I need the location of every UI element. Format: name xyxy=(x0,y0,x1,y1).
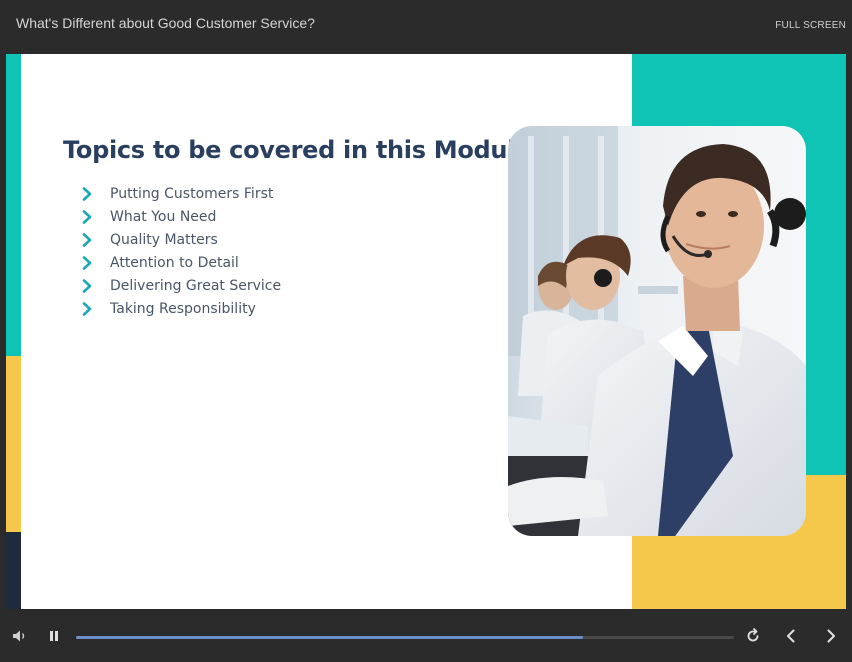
topic-item: What You Need xyxy=(80,205,281,228)
chevron-right-icon xyxy=(82,278,92,293)
next-icon[interactable] xyxy=(822,627,840,645)
topic-item: Putting Customers First xyxy=(80,182,281,205)
player-header: What's Different about Good Customer Ser… xyxy=(0,0,852,54)
chevron-right-icon xyxy=(82,232,92,247)
topic-label: Quality Matters xyxy=(110,231,218,248)
chevron-right-icon xyxy=(82,186,92,201)
accent-stripe-yellow xyxy=(6,356,21,532)
chevron-right-icon xyxy=(82,255,92,270)
slide-heading: Topics to be covered in this Module xyxy=(63,136,532,164)
accent-stripe-teal xyxy=(6,54,21,356)
topic-label: What You Need xyxy=(110,208,217,225)
pause-icon[interactable] xyxy=(45,627,63,645)
topic-item: Attention to Detail xyxy=(80,251,281,274)
topic-label: Attention to Detail xyxy=(110,254,239,271)
replay-icon[interactable] xyxy=(744,627,762,645)
topic-label: Taking Responsibility xyxy=(110,300,256,317)
slide: Topics to be covered in this Module Putt… xyxy=(6,54,846,609)
call-center-illustration xyxy=(508,126,806,536)
topic-list: Putting Customers First What You Need Qu… xyxy=(80,182,281,320)
chevron-right-icon xyxy=(82,301,92,316)
topic-label: Delivering Great Service xyxy=(110,277,282,294)
chevron-right-icon xyxy=(82,209,92,224)
course-title: What's Different about Good Customer Ser… xyxy=(16,15,315,31)
fullscreen-button[interactable]: FULL SCREEN xyxy=(775,20,846,31)
topic-item: Taking Responsibility xyxy=(80,297,281,320)
progress-fill xyxy=(76,636,583,639)
progress-bar[interactable] xyxy=(76,636,734,639)
previous-icon[interactable] xyxy=(782,627,800,645)
topic-item: Delivering Great Service xyxy=(80,274,281,297)
player-controls xyxy=(0,609,852,662)
accent-stripe-navy xyxy=(6,532,21,609)
call-center-photo xyxy=(508,126,806,536)
volume-icon[interactable] xyxy=(10,627,28,645)
topic-label: Putting Customers First xyxy=(110,185,274,202)
topic-item: Quality Matters xyxy=(80,228,281,251)
